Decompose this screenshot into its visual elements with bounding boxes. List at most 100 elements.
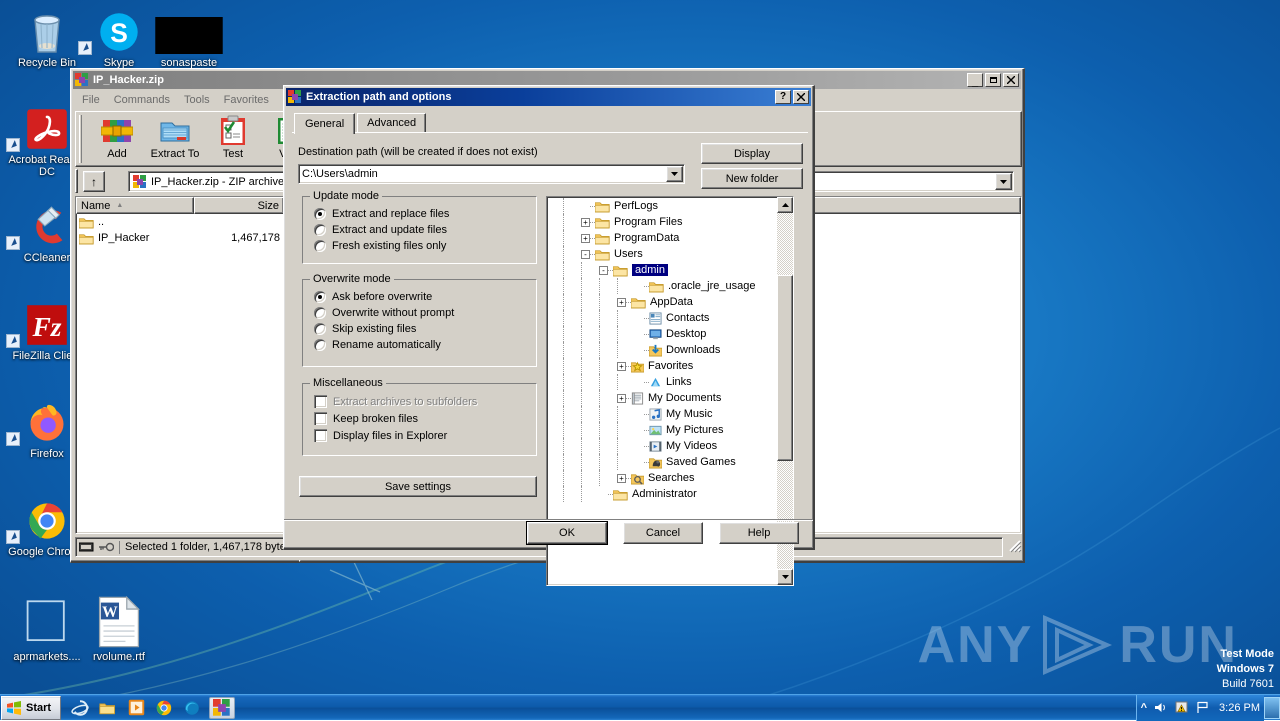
checkbox-indicator[interactable] [314, 412, 327, 425]
menu-commands[interactable]: Commands [107, 92, 177, 108]
tree-node-favorites[interactable]: +Favorites [547, 358, 776, 374]
show-hidden-icons[interactable]: ^ [1141, 702, 1147, 714]
tab-general[interactable]: General [294, 113, 355, 134]
resize-grip[interactable] [1006, 537, 1022, 557]
tree-node-contacts[interactable]: Contacts [547, 310, 776, 326]
column-header-size[interactable]: Size [194, 197, 284, 214]
tree-node-admin[interactable]: -admin [547, 262, 776, 278]
radio-indicator[interactable] [314, 208, 326, 220]
dialog-tabs[interactable]: GeneralAdvanced [294, 113, 428, 132]
scroll-up-button[interactable] [777, 197, 793, 213]
tree-expander[interactable]: + [581, 218, 590, 227]
new-folder-button[interactable]: New folder [701, 168, 803, 189]
desktop-icon-sonaspaste[interactable]: sonaspaste [150, 6, 228, 69]
network-icon[interactable] [1196, 701, 1212, 714]
maximize-button[interactable] [985, 73, 1001, 87]
scroll-down-button[interactable] [777, 569, 793, 585]
tree-expander[interactable]: + [617, 394, 626, 403]
menu-tools[interactable]: Tools [177, 92, 217, 108]
close-button[interactable] [1003, 73, 1019, 87]
extraction-dialog[interactable]: Extraction path and options ? GeneralAdv… [283, 85, 815, 550]
quicklaunch-microsoft-edge[interactable] [181, 697, 203, 719]
taskbar[interactable]: Start ^ 3:26 PM [0, 694, 1280, 720]
desktop[interactable]: Recycle BinSSkypesonaspasteAcrobat Reade… [0, 0, 1280, 720]
update-mode-option-extract-and-update-files[interactable]: Extract and update files [314, 224, 536, 236]
cancel-button[interactable]: Cancel [623, 522, 703, 544]
update-mode-option-fresh-existing-files-only[interactable]: Fresh existing files only [314, 240, 536, 252]
dialog-buttons[interactable]: OK Cancel Help [527, 522, 799, 544]
tree-node-my-videos[interactable]: My Videos [547, 438, 776, 454]
save-settings-button[interactable]: Save settings [299, 476, 537, 497]
quicklaunch-windows-media-player[interactable] [125, 697, 147, 719]
winrar-window-buttons[interactable]: _ [967, 73, 1019, 87]
misc-option-keep-broken-files[interactable]: Keep broken files [314, 412, 536, 425]
tree-node-my-music[interactable]: My Music [547, 406, 776, 422]
tree-expander[interactable]: - [599, 266, 608, 275]
misc-option-display-files-in-explorer[interactable]: Display files in Explorer [314, 429, 536, 442]
tab-advanced[interactable]: Advanced [357, 113, 426, 132]
quicklaunch-internet-explorer[interactable] [69, 697, 91, 719]
radio-indicator[interactable] [314, 291, 326, 303]
toolbar-button-extract-to[interactable]: Extract To [146, 115, 204, 160]
update-mode-option-extract-and-replace-files[interactable]: Extract and replace files [314, 208, 536, 220]
volume-icon[interactable] [1154, 701, 1168, 714]
menu-file[interactable]: File [75, 92, 107, 108]
overwrite-mode-option-skip-existing-files[interactable]: Skip existing files [314, 323, 536, 335]
toolbar-button-test[interactable]: Test [204, 115, 262, 160]
overwrite-mode-option-rename-automatically[interactable]: Rename automatically [314, 339, 536, 351]
quicklaunch-google-chrome[interactable] [153, 697, 175, 719]
tree-node-program-files[interactable]: +Program Files [547, 214, 776, 230]
tree-node-searches[interactable]: +Searches [547, 470, 776, 486]
tree-node-users[interactable]: -Users [547, 246, 776, 262]
quicklaunch-windows-explorer[interactable] [97, 697, 119, 719]
checkbox-indicator[interactable] [314, 429, 327, 442]
menu-favorites[interactable]: Favorites [217, 92, 276, 108]
action-center-icon[interactable] [1175, 701, 1189, 714]
dialog-titlebar-buttons[interactable]: ? [775, 90, 809, 104]
minimize-button[interactable]: _ [967, 73, 983, 87]
desktop-icon-rvolume-rtf[interactable]: Wrvolume.rtf [80, 600, 158, 663]
help-button[interactable]: ? [775, 90, 791, 104]
tree-node-my-documents[interactable]: +My Documents [547, 390, 776, 406]
tree-expander[interactable]: + [617, 362, 626, 371]
tree-node-links[interactable]: Links [547, 374, 776, 390]
dialog-titlebar[interactable]: Extraction path and options ? [286, 88, 811, 106]
destination-path-input[interactable]: C:\Users\admin [298, 164, 685, 184]
tree-node-administrator[interactable]: Administrator [547, 486, 776, 502]
tree-node-appdata[interactable]: +AppData [547, 294, 776, 310]
toolbar-grip[interactable] [79, 115, 82, 163]
radio-indicator[interactable] [314, 240, 326, 252]
tree-expander[interactable]: + [617, 298, 626, 307]
tree-expander[interactable]: + [581, 234, 590, 243]
display-button[interactable]: Display [701, 143, 803, 164]
tree-node-saved-games[interactable]: Saved Games [547, 454, 776, 470]
scrollbar-thumb[interactable] [777, 275, 793, 461]
start-button[interactable]: Start [1, 696, 61, 720]
toolbar-button-add[interactable]: Add [88, 115, 146, 160]
taskbar-clock[interactable]: 3:26 PM [1219, 702, 1260, 714]
overwrite-mode-option-ask-before-overwrite[interactable]: Ask before overwrite [314, 291, 536, 303]
desktop-icon-recycle-bin[interactable]: Recycle Bin [8, 6, 86, 69]
help-button[interactable]: Help [719, 522, 799, 544]
close-icon[interactable] [793, 90, 809, 104]
tree-expander[interactable]: + [617, 474, 626, 483]
taskbar-tasks[interactable] [209, 697, 235, 719]
archive-path-dropdown-button[interactable] [995, 173, 1012, 190]
show-desktop-button[interactable] [1264, 697, 1280, 719]
desktop-icon-skype[interactable]: SSkype [80, 6, 158, 69]
taskbar-task-winrar[interactable] [209, 697, 235, 719]
radio-indicator[interactable] [314, 307, 326, 319]
tree-node-desktop[interactable]: Desktop [547, 326, 776, 342]
quick-launch[interactable] [69, 697, 203, 719]
radio-indicator[interactable] [314, 323, 326, 335]
up-one-level-button[interactable]: ↑ [83, 171, 105, 192]
ok-button[interactable]: OK [527, 522, 607, 544]
tree-node-programdata[interactable]: +ProgramData [547, 230, 776, 246]
radio-indicator[interactable] [314, 339, 326, 351]
tree-expander[interactable]: - [581, 250, 590, 259]
destination-path-dropdown-button[interactable] [666, 166, 683, 182]
addressbar-grip[interactable] [75, 169, 78, 193]
tree-node-perflogs[interactable]: PerfLogs [547, 198, 776, 214]
system-tray[interactable]: ^ 3:26 PM [1136, 695, 1264, 721]
column-header-name[interactable]: Name▲ [76, 197, 194, 214]
